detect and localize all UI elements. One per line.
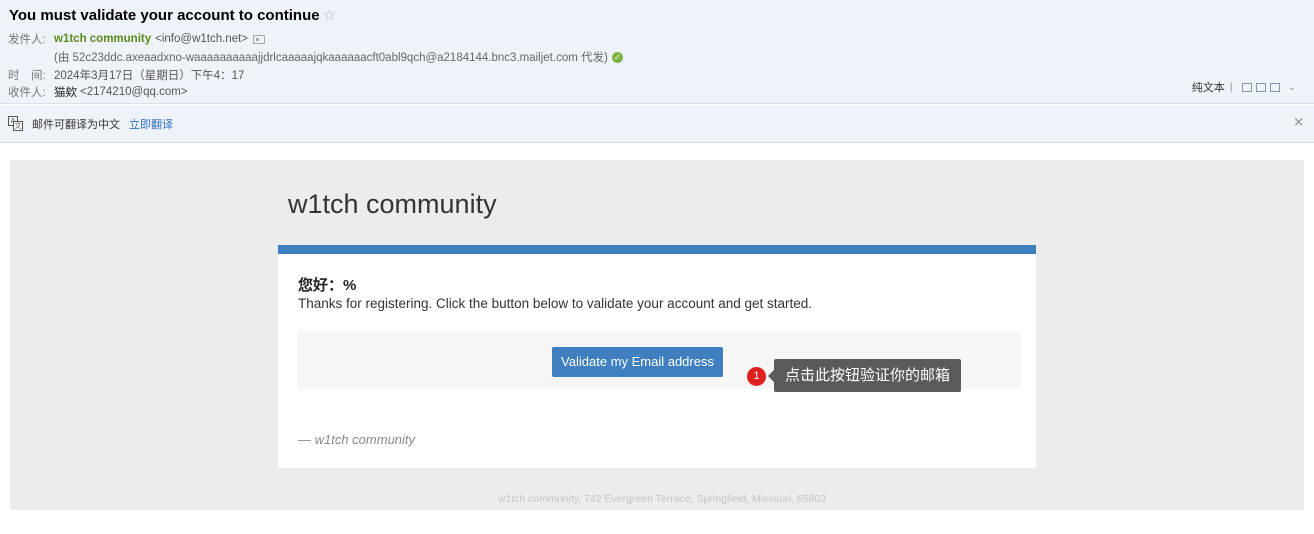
close-icon[interactable]: × <box>1293 116 1304 129</box>
annotation-tooltip: 点击此按钮验证你的邮箱 <box>767 359 962 392</box>
time-row: 时 间: 2024年3月17日（星期日）下午4：17 <box>8 67 244 83</box>
from-row: 发件人: w1tch community <info@w1tch.net> <box>8 31 266 47</box>
print-icon[interactable] <box>1269 82 1280 92</box>
email-card: 您好：% Thanks for registering. Click the b… <box>278 245 1036 468</box>
sender-name[interactable]: w1tch community <box>54 33 151 45</box>
new-window-icon[interactable] <box>1255 82 1266 92</box>
brand-title: w1tch community <box>288 189 497 219</box>
translate-bar: A文 邮件可翻译为中文 立即翻译 × <box>0 105 1314 143</box>
mail-subject: You must validate your account to contin… <box>9 7 320 24</box>
recipient-email: <2174210@qq.com> <box>80 86 188 98</box>
email-body: w1tch community 您好：% Thanks for register… <box>10 160 1304 510</box>
annotation-marker: 1 <box>747 367 766 386</box>
time-label: 时 间: <box>8 70 46 82</box>
to-label: 收件人: <box>8 87 46 99</box>
intro-text: Thanks for registering. Click the button… <box>298 296 813 311</box>
chevron-down-icon[interactable]: ⌄ <box>1288 82 1296 93</box>
verified-check-icon[interactable]: ✓ <box>611 51 623 63</box>
signoff: — w1tch community <box>298 432 416 447</box>
sender-via: (由 52c23ddc.axeaadxno-waaaaaaaaaajjdrlca… <box>54 52 608 64</box>
translate-now-link[interactable]: 立即翻译 <box>129 116 173 132</box>
footer-address: w1tch community, 742 Evergreen Terrace, … <box>497 493 827 505</box>
greeting: 您好：% <box>298 277 357 294</box>
star-icon[interactable]: ☆ <box>323 8 336 23</box>
subject-row: You must validate your account to contin… <box>9 7 336 24</box>
from-label: 发件人: <box>8 34 46 46</box>
contact-card-icon[interactable] <box>253 34 266 44</box>
time-value: 2024年3月17日（星期日）下午4：17 <box>54 70 245 82</box>
translate-text: 邮件可翻译为中文 <box>32 118 120 131</box>
recipient-name[interactable]: 猫欸 <box>54 84 77 100</box>
tools-separator: | <box>1229 81 1233 93</box>
window-icon[interactable] <box>1241 82 1252 92</box>
plain-text-link[interactable]: 纯文本 <box>1192 79 1225 95</box>
mail-header: You must validate your account to contin… <box>0 0 1314 104</box>
mail-tools: 纯文本 | ⌄ <box>1192 79 1296 95</box>
to-row: 收件人: 猫欸 <2174210@qq.com> <box>8 84 188 100</box>
sender-email: <info@w1tch.net> <box>155 33 249 45</box>
card-accent-bar <box>278 245 1036 254</box>
translate-icon: A文 <box>8 115 24 132</box>
via-row: (由 52c23ddc.axeaadxno-waaaaaaaaaajjdrlca… <box>54 49 623 65</box>
validate-email-button[interactable]: Validate my Email address <box>552 347 723 377</box>
